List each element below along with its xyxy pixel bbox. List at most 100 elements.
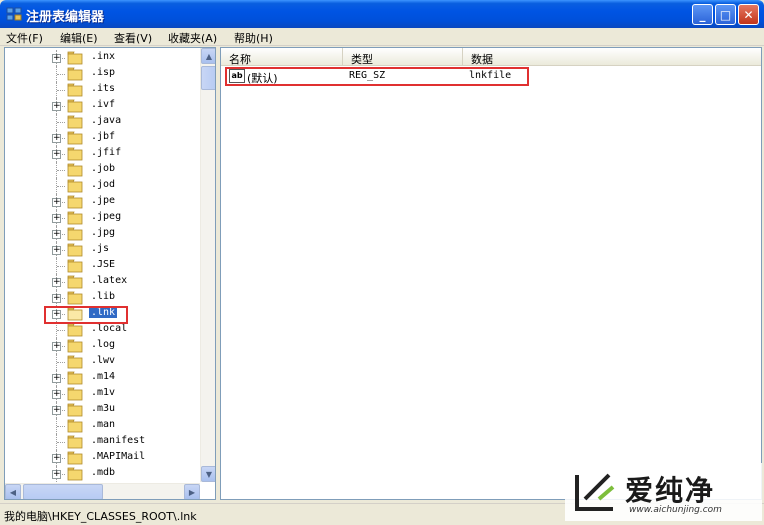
tree-item[interactable]: + .mdb	[5, 466, 199, 482]
tree-item-label: .jpe	[91, 195, 116, 206]
scroll-thumb[interactable]	[201, 66, 215, 90]
tree-item[interactable]: + .m3u	[5, 402, 199, 418]
tree-item-label: .job	[91, 163, 116, 174]
tree-item[interactable]: + .latex	[5, 274, 199, 290]
tree-item[interactable]: .local	[5, 322, 199, 338]
tree-item[interactable]: + .log	[5, 338, 199, 354]
scroll-left-arrow-icon[interactable]: ◀	[5, 484, 21, 499]
tree-item[interactable]: + .jpg	[5, 226, 199, 242]
tree-item[interactable]: + .jpeg	[5, 210, 199, 226]
tree-item-label: .its	[91, 83, 116, 94]
tree-item[interactable]: + .jfif	[5, 146, 199, 162]
expand-plus-icon[interactable]: +	[52, 454, 61, 463]
expand-plus-icon[interactable]: +	[52, 150, 61, 159]
registry-editor-icon	[6, 7, 22, 21]
expand-plus-icon[interactable]: +	[52, 278, 61, 287]
folder-icon	[67, 131, 83, 145]
tree-item[interactable]: .man	[5, 418, 199, 434]
menu-favorites[interactable]: 收藏夹(A)	[168, 30, 217, 46]
maximize-button[interactable]: □	[715, 4, 736, 25]
tree-item-label: .mdb	[91, 467, 116, 478]
folder-icon	[67, 371, 83, 385]
tree-item[interactable]: .java	[5, 114, 199, 130]
tree-connector-line	[57, 330, 65, 331]
tree-item[interactable]: .isp	[5, 66, 199, 82]
column-header-name[interactable]: 名称	[221, 48, 343, 66]
tree-item[interactable]: .job	[5, 162, 199, 178]
tree-item[interactable]: + .lib	[5, 290, 199, 306]
tree-item[interactable]: + .js	[5, 242, 199, 258]
expand-plus-icon[interactable]: +	[52, 374, 61, 383]
folder-icon	[67, 323, 83, 337]
menu-file[interactable]: 文件(F)	[6, 30, 43, 46]
expand-plus-icon[interactable]: +	[52, 294, 61, 303]
column-header-type[interactable]: 类型	[343, 48, 463, 66]
scroll-thumb[interactable]	[23, 484, 103, 499]
registry-values-list[interactable]: 名称 类型 数据 ab (默认) REG_SZ lnkfile	[220, 47, 762, 500]
expand-plus-icon[interactable]: +	[52, 342, 61, 351]
folder-icon	[67, 467, 83, 481]
list-header: 名称 类型 数据	[221, 48, 761, 66]
minimize-button[interactable]: _	[692, 4, 713, 25]
expand-plus-icon[interactable]: +	[52, 390, 61, 399]
tree-item-label: .lwv	[91, 355, 116, 366]
expand-plus-icon[interactable]: +	[52, 134, 61, 143]
expand-plus-icon[interactable]: +	[52, 54, 61, 63]
close-button[interactable]: ✕	[738, 4, 759, 25]
tree-item[interactable]: + .jbf	[5, 130, 199, 146]
tree-item-label: .jpg	[91, 227, 116, 238]
tree-item-label: .MAPIMail	[91, 451, 146, 462]
folder-icon	[67, 451, 83, 465]
tree-item[interactable]: + .m14	[5, 370, 199, 386]
registry-key-tree[interactable]: + .inx .isp .its + .ivf .java + .jbf + .jfif .job .j…	[4, 47, 216, 500]
folder-icon	[67, 99, 83, 113]
title-bar[interactable]: 注册表编辑器 _ □ ✕	[0, 0, 764, 28]
tree-item[interactable]: .manifest	[5, 434, 199, 450]
folder-icon	[67, 339, 83, 353]
tree-item-label: .java	[91, 115, 122, 126]
status-path: 我的电脑\HKEY_CLASSES_ROOT\.lnk	[4, 510, 197, 523]
expand-plus-icon[interactable]: +	[52, 230, 61, 239]
tree-item[interactable]: + .MAPIMail	[5, 450, 199, 466]
expand-plus-icon[interactable]: +	[52, 214, 61, 223]
watermark: 爱纯净 www.aichunjing.com	[565, 463, 762, 521]
watermark-url: www.aichunjing.com	[629, 505, 722, 515]
folder-icon	[67, 355, 83, 369]
watermark-brand: 爱纯净	[625, 474, 716, 507]
tree-item[interactable]: .its	[5, 82, 199, 98]
scroll-down-arrow-icon[interactable]: ▼	[201, 466, 215, 482]
menu-view[interactable]: 查看(V)	[114, 30, 152, 46]
scroll-right-arrow-icon[interactable]: ▶	[184, 484, 200, 499]
tree-item[interactable]: .JSE	[5, 258, 199, 274]
tree-item[interactable]: + .ivf	[5, 98, 199, 114]
menu-edit[interactable]: 编辑(E)	[60, 30, 98, 46]
expand-plus-icon[interactable]: +	[52, 246, 61, 255]
folder-icon	[67, 291, 83, 305]
tree-item-label: .js	[91, 243, 110, 254]
folder-icon	[67, 419, 83, 433]
expand-plus-icon[interactable]: +	[52, 406, 61, 415]
tree-item[interactable]: .lwv	[5, 354, 199, 370]
tree-item[interactable]: + .jpe	[5, 194, 199, 210]
column-header-data[interactable]: 数据	[463, 48, 583, 66]
tree-connector-line	[57, 426, 65, 427]
folder-icon	[67, 403, 83, 417]
scroll-up-arrow-icon[interactable]: ▲	[201, 48, 215, 64]
tree-item-label: .m14	[91, 371, 116, 382]
tree-item[interactable]: .jod	[5, 178, 199, 194]
tree-item[interactable]: + .m1v	[5, 386, 199, 402]
tree-item-label: .lib	[91, 291, 116, 302]
folder-icon	[67, 179, 83, 193]
tree-item-label: .jbf	[91, 131, 116, 142]
expand-plus-icon[interactable]: +	[52, 198, 61, 207]
tree-item[interactable]: + .inx	[5, 50, 199, 66]
tree-item-label: .log	[91, 339, 116, 350]
menu-help[interactable]: 帮助(H)	[234, 30, 273, 46]
expand-plus-icon[interactable]: +	[52, 470, 61, 479]
menu-bar: 文件(F) 编辑(E) 查看(V) 收藏夹(A) 帮助(H)	[0, 28, 764, 46]
tree-connector-line	[57, 170, 65, 171]
tree-item-label: .jpeg	[91, 211, 122, 222]
tree-horizontal-scrollbar[interactable]: ◀ ▶	[5, 483, 200, 499]
tree-vertical-scrollbar[interactable]: ▲ ▼	[200, 48, 215, 482]
expand-plus-icon[interactable]: +	[52, 102, 61, 111]
